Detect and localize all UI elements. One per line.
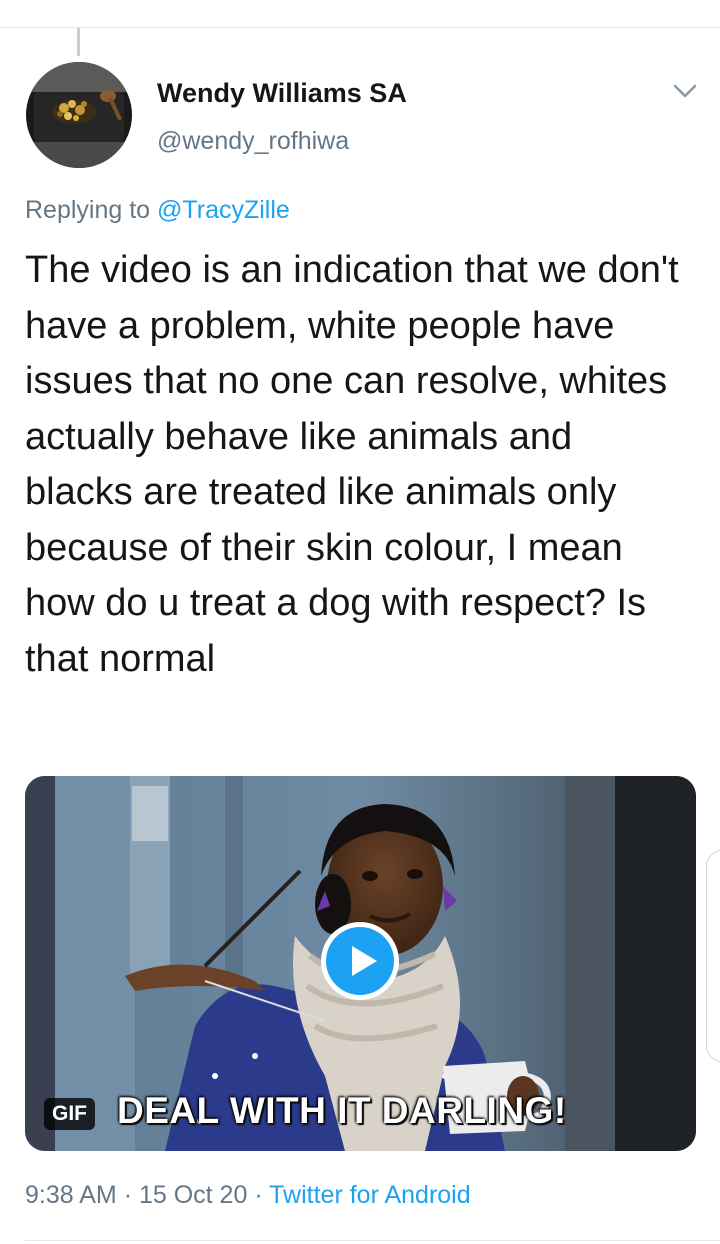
avatar-food-photo-icon [26,62,132,168]
thread-connector-line [77,28,80,56]
author-handle[interactable]: @wendy_rofhiwa [157,127,349,156]
gif-caption-text: DEAL WITH IT DARLING! [117,1090,567,1131]
author-display-name[interactable]: Wendy Williams SA [157,78,407,109]
gif-media[interactable]: GIF DEAL WITH IT DARLING! [25,776,696,1151]
meta-separator: · [254,1181,263,1209]
chevron-down-icon[interactable] [670,80,700,102]
play-button[interactable] [321,922,399,1000]
avatar[interactable] [26,62,132,168]
tweet-date: 15 Oct 20 [138,1181,248,1209]
tweet-source-link[interactable]: Twitter for Android [269,1181,470,1209]
gif-badge: GIF [44,1098,95,1130]
tweet-meta: 9:38 AM · 15 Oct 20 · Twitter for Androi… [25,1181,471,1210]
tweet-text: The video is an indication that we don't… [25,249,679,680]
reply-mention-link[interactable]: @TracyZille [157,196,290,224]
tweet-time: 9:38 AM [25,1181,117,1209]
bottom-divider [25,1240,720,1241]
play-icon [326,927,394,995]
meta-separator: · [123,1181,133,1209]
top-divider [0,27,720,28]
replying-to-line: Replying to @TracyZille [25,196,290,225]
side-panel-handle[interactable] [706,850,720,1062]
replying-to-label: Replying to [25,196,151,224]
